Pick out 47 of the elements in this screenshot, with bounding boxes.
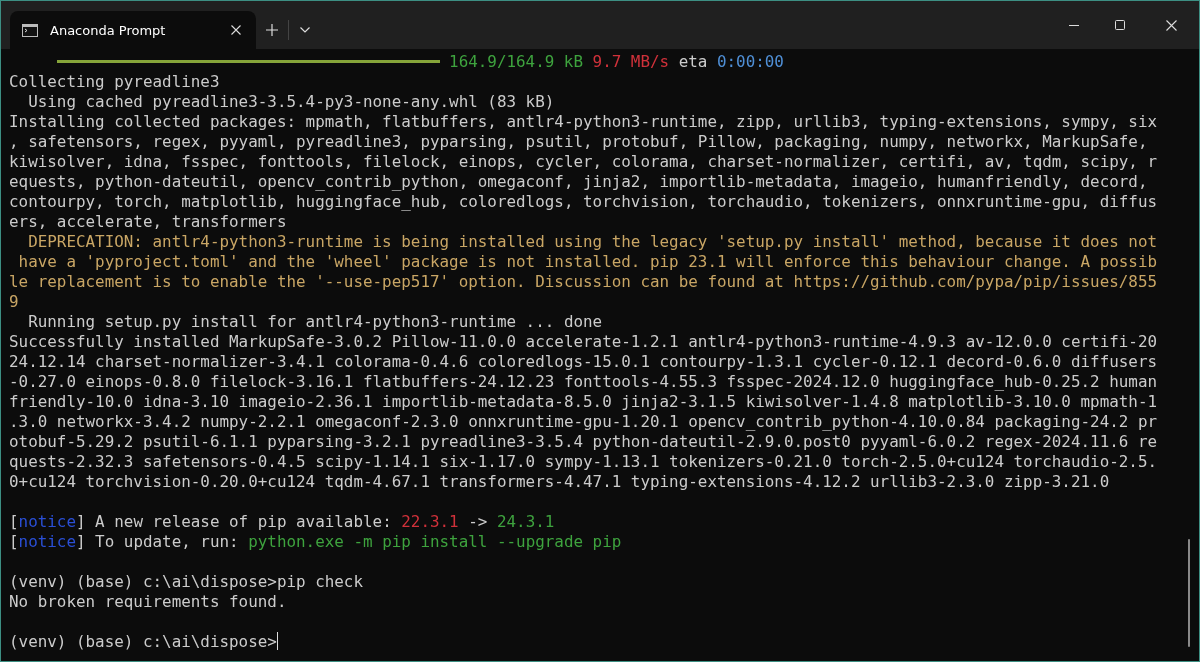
terminal-text: 24.3.1: [496, 511, 555, 531]
terminal-text: , safetensors, regex, pyyaml, pyreadline3, pyparsing, psutil, protobuf, Pillow, packaging, numpy, networkx, MarkupSafe,: [9, 131, 1148, 151]
terminal-text: Using cached pyreadline3-3.5.4-py3-none-any.whl (83 kB): [27, 91, 555, 111]
terminal-text: python.exe -m pip install --upgrade pip: [248, 531, 622, 551]
terminal-text: 164.9/164.9 kB: [449, 51, 583, 71]
terminal-text: 0+cu124 torchvision-0.20.0+cu124 tqdm-4.67.1 transformers-4.47.1 typing-extensions-4.12.2 urllib3-2.3.0 zipp-3.21.0: [9, 471, 1110, 491]
terminal-text: (venv) (base) c:\ai\dispose>: [9, 631, 277, 651]
scrollbar-thumb[interactable]: [1188, 539, 1190, 647]
terminal-text: [: [9, 531, 19, 551]
terminal-text: le replacement is to enable the '--use-pep517' option. Discussion can be found at https://github.com/pypa/pip/issues/855: [9, 271, 1158, 291]
terminal-text: 24.12.14 charset-normalizer-3.4.1 colorama-0.4.6 coloredlogs-15.0.1 contourpy-1.3.1 cycler-0.12.1 decord-0.6.0 diffusers: [9, 351, 1158, 371]
terminal-text: 9.7 MB/s: [591, 51, 670, 71]
terminal-text: Running setup.py install for antlr4-python3-runtime ... done: [27, 311, 603, 331]
terminal-text: .3.0 networkx-3.4.2 numpy-2.2.1 omegaconf-2.3.0 onnxruntime-gpu-1.20.1 opencv_contrib_python-4.10.0.84 packaging-24.2 pr: [9, 411, 1158, 431]
terminal-text: kiwisolver, idna, fsspec, fonttools, filelock, einops, cycler, colorama, charset-normalizer, certifi, av, tqdm, scipy, r: [9, 151, 1158, 171]
terminal-text: ] A new release of pip available:: [76, 511, 393, 531]
terminal-text: DEPRECATION: antlr4-python3-runtime is being installed using the legacy 'setup.py install' method, because it does not: [27, 231, 1158, 251]
plus-icon: [266, 24, 278, 36]
maximize-icon: [1115, 20, 1125, 30]
terminal-icon: [22, 23, 38, 37]
close-icon: [1165, 19, 1177, 31]
terminal-text: notice: [18, 511, 76, 531]
terminal-text: notice: [18, 531, 76, 551]
terminal-text: ] To update, run:: [76, 531, 240, 551]
close-icon: [231, 25, 241, 35]
minimize-icon: [1069, 24, 1079, 26]
terminal-text: otobuf-5.29.2 psutil-6.1.1 pyparsing-3.2.1 pyreadline3-3.5.4 python-dateutil-2.9.0.post0 pyyaml-6.0.2 regex-2024.11.6 re: [9, 431, 1158, 451]
terminal-text: 22.3.1: [401, 511, 459, 531]
terminal-text: (venv) (base) c:\ai\dispose>pip check: [9, 571, 363, 591]
terminal-text: No broken requirements found.: [9, 591, 287, 611]
terminal-text: -0.27.0 einops-0.8.0 filelock-3.16.1 flatbuffers-24.12.23 fonttools-4.55.3 fsspec-2024.12.0 huggingface_hub-0.25.2 human: [9, 371, 1158, 391]
terminal-text: Successfully installed MarkupSafe-3.0.2 Pillow-11.0.0 accelerate-1.2.1 antlr4-python3-runtime-4.9.3 av-12.0.0 certifi-20: [9, 331, 1158, 351]
terminal-text: have a 'pyproject.toml' and the 'wheel' package is not installed. pip 23.1 will enforce this behaviour change. A possib: [17, 251, 1158, 271]
terminal-text: equests, python-dateutil, opencv_contrib_python, omegaconf, jinja2, importlib-metadata, imageio, humanfriendly, decord,: [9, 171, 1148, 191]
tab[interactable]: Anaconda Prompt: [10, 11, 256, 49]
terminal-text: Collecting pyreadline3: [9, 71, 220, 91]
terminal-text: eta: [677, 51, 709, 71]
terminal-text: Installing collected packages: mpmath, flatbuffers, antlr4-python3-runtime, zipp, urllib3, typing-extensions, sympy, six: [9, 111, 1158, 131]
terminal-text: ->: [467, 511, 489, 531]
terminal-text: contourpy, torch, matplotlib, huggingface_hub, coloredlogs, torchvision, torchaudio, tokenizers, onnxruntime-gpu, diffus: [9, 191, 1158, 211]
terminal-text: [: [9, 511, 19, 531]
terminal-text: ers, accelerate, transformers: [9, 211, 287, 231]
terminal-text: quests-2.32.3 safetensors-0.4.5 scipy-1.14.1 six-1.17.0 sympy-1.13.1 tokenizers-0.21.0 torch-2.5.0+cu124 torchaudio-2.5.: [9, 451, 1158, 471]
caret-icon: [300, 27, 310, 33]
terminal-text: 9: [9, 291, 19, 311]
terminal-text: 0:00:00: [716, 51, 784, 71]
terminal-text: friendly-10.0 idna-3.10 imageio-2.36.1 importlib-metadata-8.5.0 jinja2-3.1.5 kiwisolver-1.4.8 matplotlib-3.10.0 mpmath-1: [9, 391, 1158, 411]
